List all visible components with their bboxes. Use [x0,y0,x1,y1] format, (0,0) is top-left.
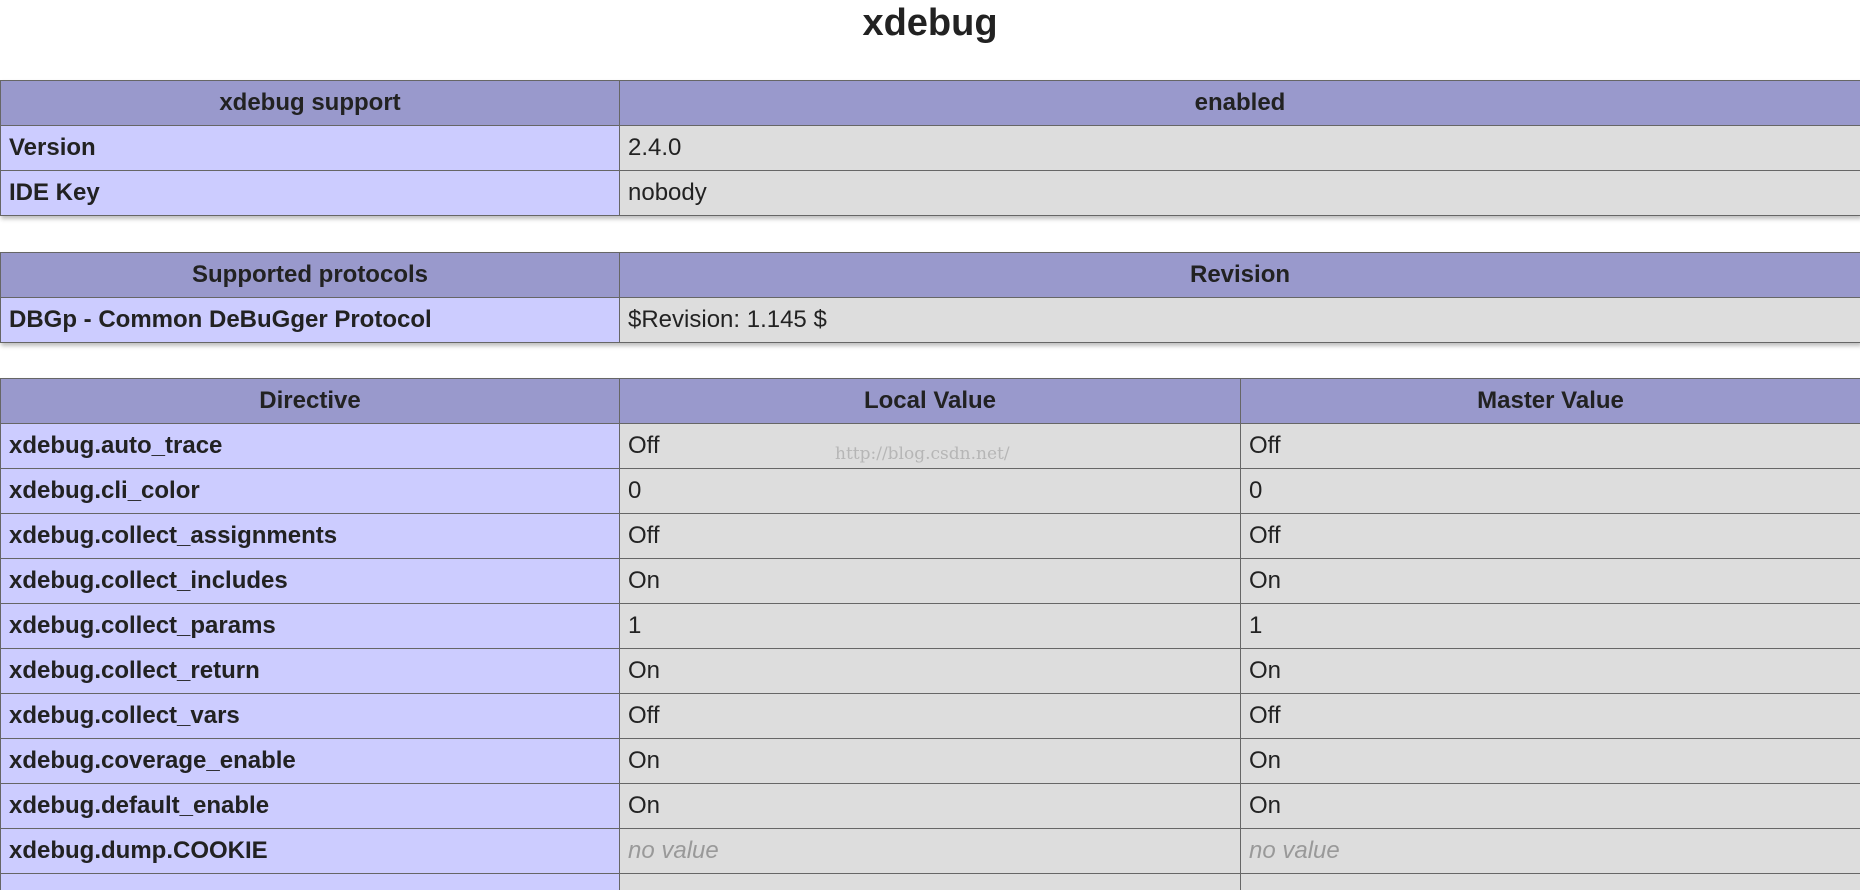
table-row: xdebug.coverage_enable On On [0,738,1860,784]
table-header-row: Directive Local Value Master Value [0,378,1860,424]
table-row: Version 2.4.0 [0,125,1860,171]
local-value: Off [619,513,1241,559]
header-revision: Revision [619,252,1860,298]
header-enabled: enabled [619,80,1860,126]
local-value: no value [619,828,1241,874]
table-row: xdebug.collect_return On On [0,648,1860,694]
master-value: Off [1240,513,1860,559]
master-value: On [1240,738,1860,784]
local-value: 1 [619,603,1241,649]
directives-table: Directive Local Value Master Value xdebu… [0,378,1860,890]
row-key: IDE Key [0,170,620,216]
xdebug-support-table: xdebug support enabled Version 2.4.0 IDE… [0,80,1860,216]
local-value: Off [619,693,1241,739]
master-value: On [1240,558,1860,604]
local-value [619,873,1241,890]
directive-name: xdebug.collect_vars [0,693,620,739]
header-master-value: Master Value [1240,378,1860,424]
directive-name [0,873,620,890]
master-value: On [1240,648,1860,694]
directive-name: xdebug.auto_trace [0,423,620,469]
local-value: On [619,648,1241,694]
supported-protocols-table: Supported protocols Revision DBGp - Comm… [0,252,1860,343]
directive-name: xdebug.collect_includes [0,558,620,604]
table-row: xdebug.default_enable On On [0,783,1860,829]
directive-name: xdebug.collect_assignments [0,513,620,559]
row-value: 2.4.0 [619,125,1860,171]
directive-name: xdebug.cli_color [0,468,620,514]
directive-name: xdebug.coverage_enable [0,738,620,784]
local-value: Off [619,423,1241,469]
master-value: On [1240,783,1860,829]
directive-name: xdebug.collect_params [0,603,620,649]
local-value: On [619,738,1241,784]
table-row [0,873,1860,890]
directive-name: xdebug.collect_return [0,648,620,694]
local-value: On [619,783,1241,829]
master-value: 1 [1240,603,1860,649]
local-value: 0 [619,468,1241,514]
page-title: xdebug [862,2,998,44]
header-supported-protocols: Supported protocols [0,252,620,298]
header-xdebug-support: xdebug support [0,80,620,126]
table-row: xdebug.collect_vars Off Off [0,693,1860,739]
table-row: xdebug.dump.COOKIE no value no value [0,828,1860,874]
row-value: nobody [619,170,1860,216]
table-row: xdebug.cli_color 0 0 [0,468,1860,514]
table-row: xdebug.collect_assignments Off Off [0,513,1860,559]
header-local-value: Local Value [619,378,1241,424]
table-row: xdebug.auto_trace Off Off [0,423,1860,469]
master-value [1240,873,1860,890]
directive-name: xdebug.dump.COOKIE [0,828,620,874]
header-directive: Directive [0,378,620,424]
row-value: $Revision: 1.145 $ [619,297,1860,343]
row-key: Version [0,125,620,171]
master-value: Off [1240,423,1860,469]
row-key: DBGp - Common DeBuGger Protocol [0,297,620,343]
table-row: xdebug.collect_includes On On [0,558,1860,604]
master-value: Off [1240,693,1860,739]
master-value: 0 [1240,468,1860,514]
master-value: no value [1240,828,1860,874]
table-row: xdebug.collect_params 1 1 [0,603,1860,649]
table-row: DBGp - Common DeBuGger Protocol $Revisio… [0,297,1860,343]
table-header-row: xdebug support enabled [0,80,1860,126]
table-header-row: Supported protocols Revision [0,252,1860,298]
directive-name: xdebug.default_enable [0,783,620,829]
local-value: On [619,558,1241,604]
table-row: IDE Key nobody [0,170,1860,216]
